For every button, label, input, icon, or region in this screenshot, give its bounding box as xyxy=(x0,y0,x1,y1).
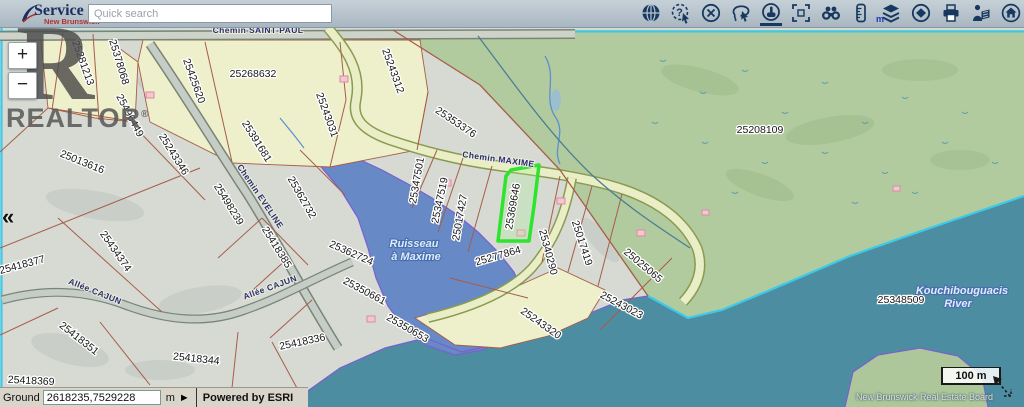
zoom-in-button[interactable]: + xyxy=(8,42,37,69)
identify-help-icon[interactable]: ? xyxy=(670,2,692,26)
measure-unit-label: m xyxy=(876,14,884,24)
divider xyxy=(196,388,197,407)
search-input[interactable] xyxy=(88,4,332,23)
go-to-coordinate-button[interactable]: ► xyxy=(179,392,190,404)
service-nb-logo: Service New Brunswick xyxy=(22,1,88,27)
home-icon[interactable] xyxy=(1000,2,1022,26)
map-canvas[interactable]: 2528121325378068254964492542562025268632… xyxy=(0,0,1024,407)
water-name-label: Ruisseau xyxy=(390,238,439,250)
svg-text:?: ? xyxy=(676,7,683,19)
resize-cursor-icon xyxy=(988,372,1016,402)
legend-icon[interactable] xyxy=(970,2,992,26)
top-toolbar: Service New Brunswick ? xyxy=(0,0,1024,28)
coordinate-input[interactable] xyxy=(43,390,161,405)
lasso-select-icon[interactable] xyxy=(730,2,752,26)
zoom-controls: + − xyxy=(8,42,37,99)
coordinate-bar: Ground m ► Powered by ESRI xyxy=(0,387,308,407)
powered-by-esri-label: Powered by ESRI xyxy=(203,392,293,404)
measure-ruler-icon[interactable] xyxy=(850,2,872,26)
tool-buttons: ? xyxy=(640,2,1022,26)
map-viewer-window: 2528121325378068254964492542562025268632… xyxy=(0,0,1024,407)
zoom-out-button[interactable]: − xyxy=(8,72,37,99)
basemap-toggle-icon[interactable] xyxy=(910,2,932,26)
point-select-icon[interactable] xyxy=(760,2,782,26)
coordinate-system-label: Ground xyxy=(3,392,40,404)
print-icon[interactable] xyxy=(940,2,962,26)
collapse-panel-arrow[interactable]: « xyxy=(2,206,14,228)
attribution-label: New Brunswick Real Estate Board xyxy=(856,392,993,402)
zoom-extent-icon[interactable] xyxy=(790,2,812,26)
water-name-label: à Maxime xyxy=(391,251,441,263)
water-name-label: River xyxy=(944,298,972,310)
coordinate-unit-label: m xyxy=(166,392,175,404)
parcel-id-label: 25268632 xyxy=(230,68,277,80)
water-name-label: Kouchibouguacis xyxy=(916,285,1008,297)
find-binoculars-icon[interactable] xyxy=(820,2,842,26)
parcel-id-label: 25208109 xyxy=(737,124,784,136)
clear-selection-icon[interactable] xyxy=(700,2,722,26)
overview-globe-icon[interactable] xyxy=(640,2,662,26)
